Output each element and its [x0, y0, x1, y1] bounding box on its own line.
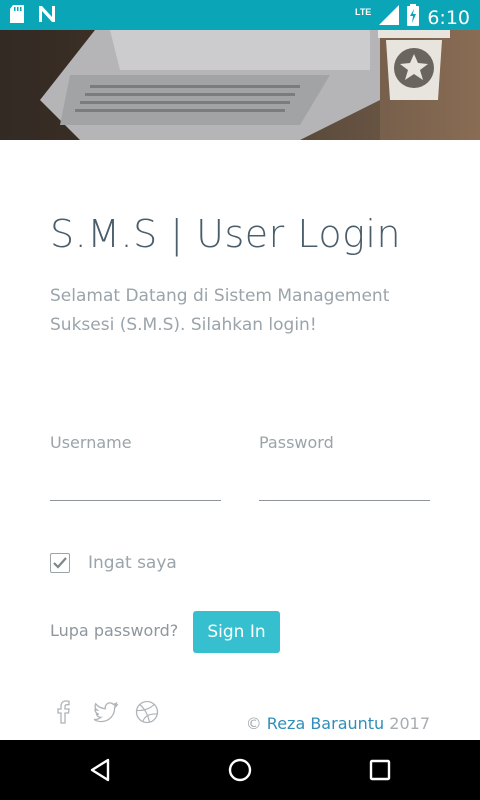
signal-icon	[379, 5, 400, 30]
copyright-footer: © Reza Barauntu 2017	[246, 714, 430, 733]
bin-star-icon	[378, 30, 450, 100]
username-label: Username	[50, 433, 132, 452]
back-icon[interactable]	[80, 755, 120, 785]
username-input[interactable]	[50, 470, 221, 501]
copyright-year: 2017	[389, 714, 430, 733]
sd-card-icon	[10, 5, 24, 28]
password-input[interactable]	[259, 470, 430, 501]
welcome-text: Selamat Datang di Sistem Management Suks…	[50, 286, 390, 335]
sign-in-button[interactable]: Sign In	[193, 611, 280, 653]
page-title: S.M.S | User Login	[50, 212, 402, 256]
home-icon[interactable]	[220, 755, 260, 785]
remember-checkbox[interactable]	[50, 553, 70, 573]
navigation-bar	[0, 740, 480, 800]
twitter-icon[interactable]	[93, 700, 119, 729]
notification-n-icon	[38, 5, 56, 28]
author-link[interactable]: Reza Barauntu	[267, 714, 384, 733]
check-icon	[53, 557, 67, 569]
recents-icon[interactable]	[360, 755, 400, 785]
facebook-icon[interactable]	[55, 700, 71, 729]
hero-banner	[0, 30, 480, 140]
clock: 6:10	[427, 6, 470, 29]
laptop-image	[0, 30, 380, 140]
remember-label: Ingat saya	[88, 553, 177, 573]
copyright-symbol: ©	[245, 714, 262, 733]
status-bar: LTE 6:10	[0, 0, 480, 30]
battery-charging-icon	[407, 4, 420, 31]
lte-label: LTE	[354, 6, 372, 17]
forgot-password-link[interactable]: Lupa password?	[50, 621, 178, 640]
dribbble-icon[interactable]	[135, 700, 159, 729]
password-label: Password	[259, 433, 334, 452]
